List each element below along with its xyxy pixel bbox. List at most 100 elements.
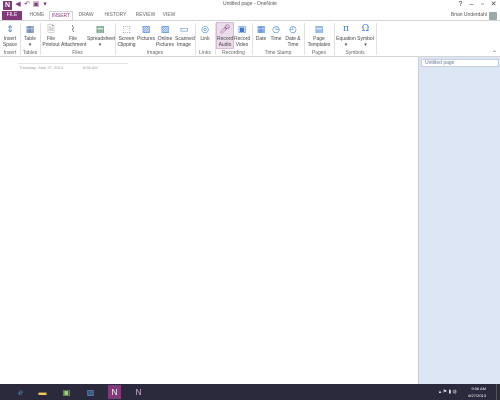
record-audio-button[interactable]: 🎤︎ Record Audio <box>216 22 234 49</box>
paperclip-icon: ⌇ <box>70 24 76 34</box>
group-separator <box>252 23 253 55</box>
ribbon: ⇕ Insert Space Insert ▦ Table ▾ Tables 🗎… <box>0 20 500 57</box>
command-prompt-icon[interactable]: ▣ <box>60 385 73 399</box>
online-pictures-icon: ▨ <box>160 24 170 34</box>
user-account[interactable]: Brian Underdahl <box>451 11 497 20</box>
group-separator <box>304 23 305 55</box>
chevron-down-icon: ▾ <box>344 42 348 48</box>
group-separator <box>376 23 377 55</box>
page-canvas[interactable]: Thursday, June 27, 2013 8:55 AM <box>0 57 418 384</box>
insert-space-button[interactable]: ⇕ Insert Space <box>2 23 18 49</box>
group-separator <box>195 23 196 55</box>
customize-qat-icon[interactable]: ▾ <box>41 1 49 9</box>
record-audio-label: Record Audio <box>217 36 234 48</box>
chevron-down-icon: ▾ <box>364 42 367 48</box>
system-tray-icons[interactable]: ▴ ⚑ ▮ ◍ <box>439 389 457 395</box>
date-button[interactable]: ▦ Date <box>254 23 268 43</box>
page-templates-icon: ▤ <box>314 24 324 34</box>
microphone-icon: 🎤︎ <box>219 24 231 34</box>
collapse-ribbon-icon[interactable]: ⌃ <box>492 50 497 57</box>
close-button[interactable]: ✕ <box>488 0 499 10</box>
online-pictures-button[interactable]: ▨ Online Pictures <box>156 23 174 49</box>
page-tab-untitled[interactable]: Untitled page <box>421 59 499 67</box>
internet-explorer-icon[interactable]: ℯ <box>14 385 27 399</box>
screen-clipping-button[interactable]: ⬚ Screen Clipping <box>117 23 136 49</box>
page-title-underline <box>18 63 128 64</box>
page-list-pane: Untitled page <box>418 57 500 384</box>
date-time-button[interactable]: ◴ Date & Time <box>284 23 302 49</box>
group-time-stamp-label: Time Stamp <box>264 50 292 56</box>
pictures-label: Pictures <box>137 36 156 42</box>
equation-button[interactable]: π Equation ▾ <box>336 23 356 49</box>
group-links-label: Links <box>199 50 211 56</box>
file-attachment-label: File Attachment <box>61 36 87 48</box>
tab-review[interactable]: REVIEW <box>133 11 158 20</box>
group-separator <box>115 23 116 55</box>
group-separator <box>215 23 216 55</box>
ribbon-tab-row: FILE HOME INSERT DRAW HISTORY REVIEW VIE… <box>0 11 500 20</box>
chevron-down-icon: ▾ <box>98 42 102 48</box>
table-icon: ▦ <box>25 24 35 34</box>
scanned-image-button[interactable]: ▭ Scanned Image <box>175 23 195 49</box>
dock-icon[interactable]: ▣ <box>32 1 40 9</box>
window-title: Untitled page - OneNote <box>223 1 277 7</box>
link-label: Link <box>200 36 210 42</box>
undo-icon[interactable]: ↶ <box>23 1 31 9</box>
onenote-taskbar-icon[interactable]: N <box>108 385 121 399</box>
back-icon[interactable]: ◀ <box>14 1 22 9</box>
calendar-icon: ▦ <box>256 24 266 34</box>
tab-draw[interactable]: DRAW <box>76 11 96 20</box>
page-time: 8:55 AM <box>83 65 98 70</box>
pi-icon: π <box>343 24 349 34</box>
group-separator <box>20 23 21 55</box>
group-insert-label: Insert <box>3 50 17 56</box>
tab-history[interactable]: HISTORY <box>101 11 130 20</box>
clock[interactable]: 9:56 AM 6/27/2013 <box>468 385 486 399</box>
file-attachment-button[interactable]: ⌇ File Attachment <box>61 23 87 49</box>
snipping-tool-icon[interactable]: ▧ <box>84 385 97 399</box>
minimize-button[interactable]: – <box>466 0 477 10</box>
clock-date: 6/27/2013 <box>468 393 486 398</box>
time-button[interactable]: ◷ Time <box>269 23 283 43</box>
table-button[interactable]: ▦ Table ▾ <box>22 23 38 49</box>
video-camera-icon: ▣ <box>237 24 247 34</box>
scanner-icon: ▭ <box>179 24 189 34</box>
link-button[interactable]: ◎ Link <box>197 23 213 43</box>
screen-clipping-icon: ⬚ <box>122 24 131 34</box>
globe-link-icon: ◎ <box>201 24 209 34</box>
page-templates-button[interactable]: ▤ Page Templates <box>306 23 332 49</box>
spreadsheet-button[interactable]: ▤ Spreadsheet ▾ <box>87 23 115 49</box>
tab-view[interactable]: VIEW <box>160 11 178 20</box>
file-explorer-icon[interactable]: ▬ <box>36 385 49 399</box>
insert-space-label: Insert Space <box>2 36 18 48</box>
file-printout-icon: 🗎 <box>47 24 55 34</box>
date-time-label: Date & Time <box>285 36 301 48</box>
onenote-app-icon[interactable]: N <box>3 1 12 10</box>
help-icon[interactable]: ? <box>455 0 466 10</box>
tab-home[interactable]: HOME <box>26 11 48 20</box>
group-pages-label: Pages <box>311 50 327 56</box>
taskbar: ℯ ▬ ▣ ▧ N N ▴ ⚑ ▮ ◍ 9:56 AM 6/27/2013 <box>0 384 500 400</box>
show-desktop-button[interactable] <box>496 384 500 400</box>
time-label: Time <box>270 36 282 42</box>
file-printout-button[interactable]: 🗎 File Printout <box>42 23 60 49</box>
group-tables-label: Tables <box>22 50 38 56</box>
calendar-clock-icon: ◴ <box>289 24 297 34</box>
tab-file[interactable]: FILE <box>2 11 22 20</box>
restore-button[interactable]: ▫ <box>477 0 488 10</box>
tab-insert[interactable]: INSERT <box>49 11 73 20</box>
file-printout-label: File Printout <box>42 36 60 48</box>
pictures-button[interactable]: ▨ Pictures <box>137 23 156 43</box>
title-bar: N ◀ ↶ ▣ ▾ Untitled page - OneNote ? – ▫ … <box>0 0 500 11</box>
record-video-button[interactable]: ▣ Record Video <box>234 23 250 49</box>
symbol-button[interactable]: Ω Symbol ▾ <box>357 23 374 49</box>
chevron-down-icon: ▾ <box>28 42 32 48</box>
screen-clipping-label: Screen Clipping <box>117 36 136 48</box>
page-templates-label: Page Templates <box>307 36 331 48</box>
insert-space-icon: ⇕ <box>6 24 14 34</box>
group-recording-label: Recording <box>222 50 245 56</box>
clock-time: 9:56 AM <box>471 386 486 391</box>
onenote-send-to-icon[interactable]: N <box>132 385 145 399</box>
page-date: Thursday, June 27, 2013 <box>19 65 63 70</box>
avatar <box>489 11 497 20</box>
